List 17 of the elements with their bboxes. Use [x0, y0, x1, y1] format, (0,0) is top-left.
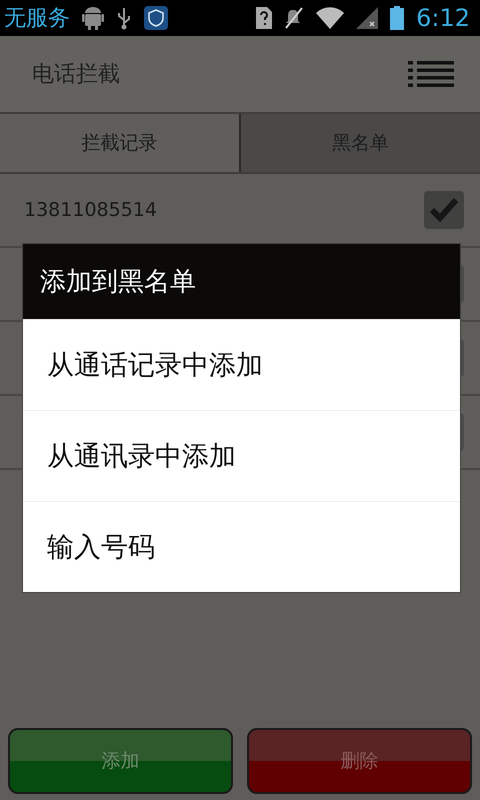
clock-text: 6:12 [416, 4, 470, 32]
mute-icon [284, 7, 304, 29]
dialog-title: 添加到黑名单 [23, 244, 460, 319]
app-title: 电话拦截 [32, 61, 120, 89]
usb-icon [116, 6, 132, 30]
carrier-text: 无服务 [4, 5, 70, 33]
shield-icon [144, 6, 168, 30]
signal-icon [356, 7, 378, 29]
add-button[interactable]: 添加 [8, 728, 233, 794]
checkbox[interactable] [424, 191, 464, 229]
sim-icon [256, 7, 272, 29]
battery-icon [390, 6, 404, 30]
phone-number: 13811085514 [24, 199, 157, 221]
delete-button[interactable]: 删除 [247, 728, 472, 794]
menu-icon[interactable] [408, 61, 454, 87]
android-icon [82, 6, 104, 30]
wifi-icon [316, 7, 344, 29]
